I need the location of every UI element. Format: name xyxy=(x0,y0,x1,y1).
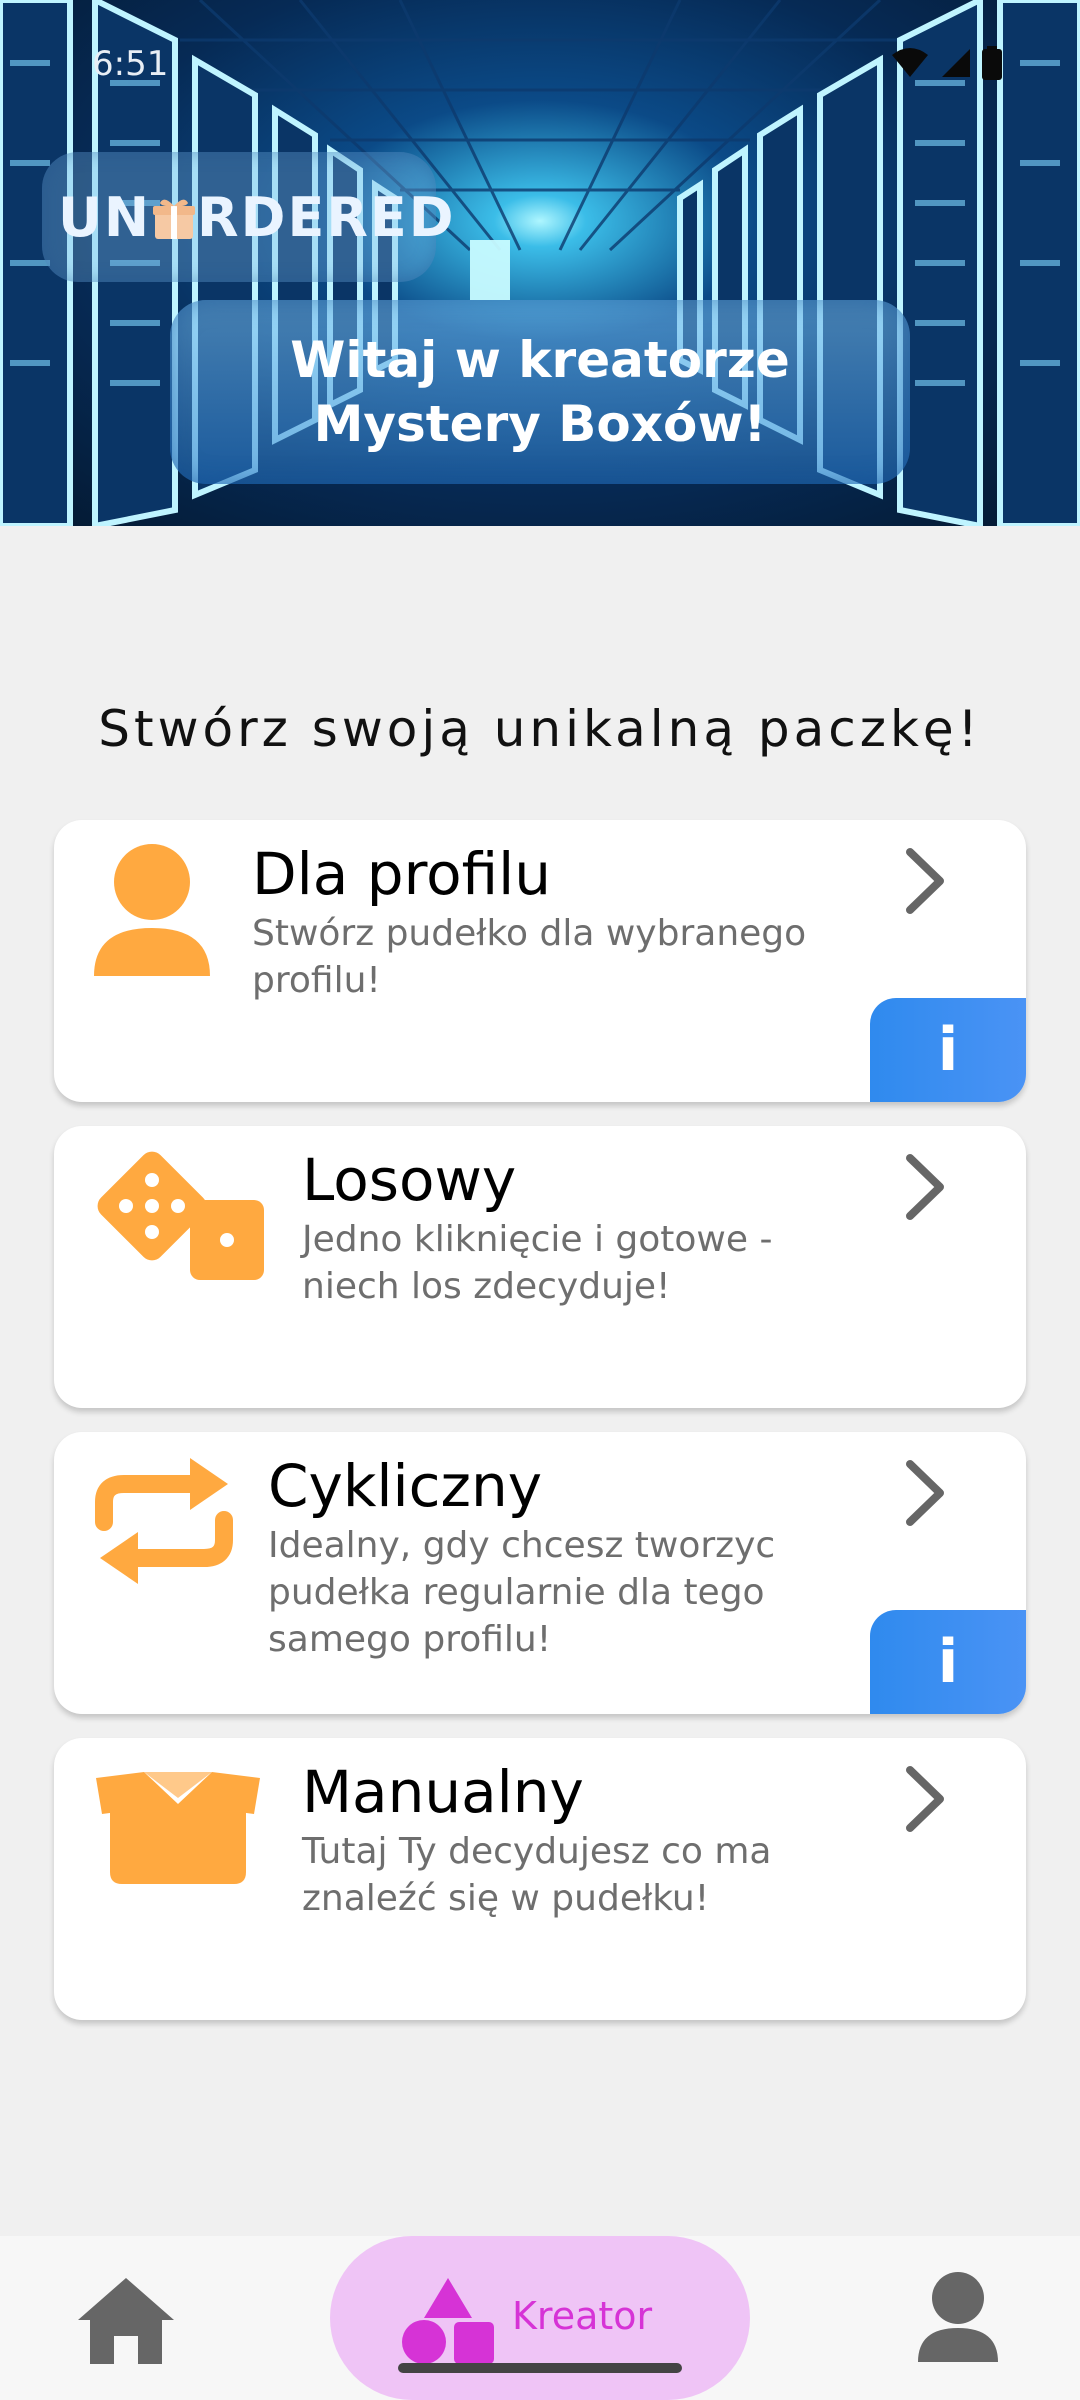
nav-label-kreator: Kreator xyxy=(512,2294,653,2338)
chevron-right-icon xyxy=(906,1766,944,1832)
header-banner: 6:51 UN RDERED Witaj w kreatorze Mystery… xyxy=(0,0,1080,526)
status-bar: 6:51 xyxy=(0,0,1080,120)
battery-icon xyxy=(982,46,1002,80)
person-icon xyxy=(94,844,210,976)
bottom-navigation: Kreator xyxy=(0,2236,1080,2400)
welcome-banner: Witaj w kreatorze Mystery Boxów! xyxy=(170,300,910,484)
card-description: Idealny, gdy chcesz tworzyc pudełka regu… xyxy=(268,1525,776,1660)
info-icon: i xyxy=(937,1015,959,1085)
info-button[interactable]: i xyxy=(870,998,1026,1102)
logo-text-left: UN xyxy=(58,186,152,249)
welcome-text: Witaj w kreatorze Mystery Boxów! xyxy=(290,331,790,453)
profile-icon[interactable] xyxy=(916,2270,1000,2366)
card-title: Cykliczny xyxy=(268,1452,543,1520)
card-random[interactable]: Losowy Jedno kliknięcie i gotowe - niech… xyxy=(54,1126,1026,1408)
info-icon: i xyxy=(937,1627,959,1697)
card-description: Stwórz pudełko dla wybranego profilu! xyxy=(252,913,807,1001)
info-button[interactable]: i xyxy=(870,1610,1026,1714)
page-subtitle: Stwórz swoją unikalną paczkę! xyxy=(98,700,982,758)
nav-item-kreator[interactable]: Kreator xyxy=(330,2236,750,2400)
repeat-icon xyxy=(95,1458,233,1584)
wifi-icon xyxy=(892,48,928,77)
chevron-right-icon xyxy=(906,1460,944,1526)
open-box-icon xyxy=(96,1772,260,1884)
gift-icon xyxy=(153,199,196,239)
card-for-profile[interactable]: Dla profilu Stwórz pudełko dla wybranego… xyxy=(54,820,1026,1102)
app-logo: UN RDERED xyxy=(58,186,456,249)
status-time: 6:51 xyxy=(92,44,169,84)
card-description: Jedno kliknięcie i gotowe - niech los zd… xyxy=(302,1219,773,1307)
chevron-right-icon xyxy=(906,1154,944,1220)
card-manual[interactable]: Manualny Tutaj Ty decydujesz co ma znale… xyxy=(54,1738,1026,2020)
card-title: Losowy xyxy=(302,1146,517,1214)
card-title: Dla profilu xyxy=(252,840,552,908)
chevron-right-icon xyxy=(906,848,944,914)
home-icon[interactable] xyxy=(76,2274,176,2366)
gesture-home-indicator xyxy=(398,2363,682,2373)
dice-icon xyxy=(97,1151,264,1280)
card-description: Tutaj Ty decydujesz co ma znaleźć się w … xyxy=(302,1831,772,1919)
shapes-icon xyxy=(402,2278,494,2364)
logo-text-right: RDERED xyxy=(197,186,456,249)
signal-icon xyxy=(942,49,970,77)
card-title: Manualny xyxy=(302,1758,584,1826)
card-cyclic[interactable]: Cykliczny Idealny, gdy chcesz tworzyc pu… xyxy=(54,1432,1026,1714)
status-icons xyxy=(890,46,1002,80)
